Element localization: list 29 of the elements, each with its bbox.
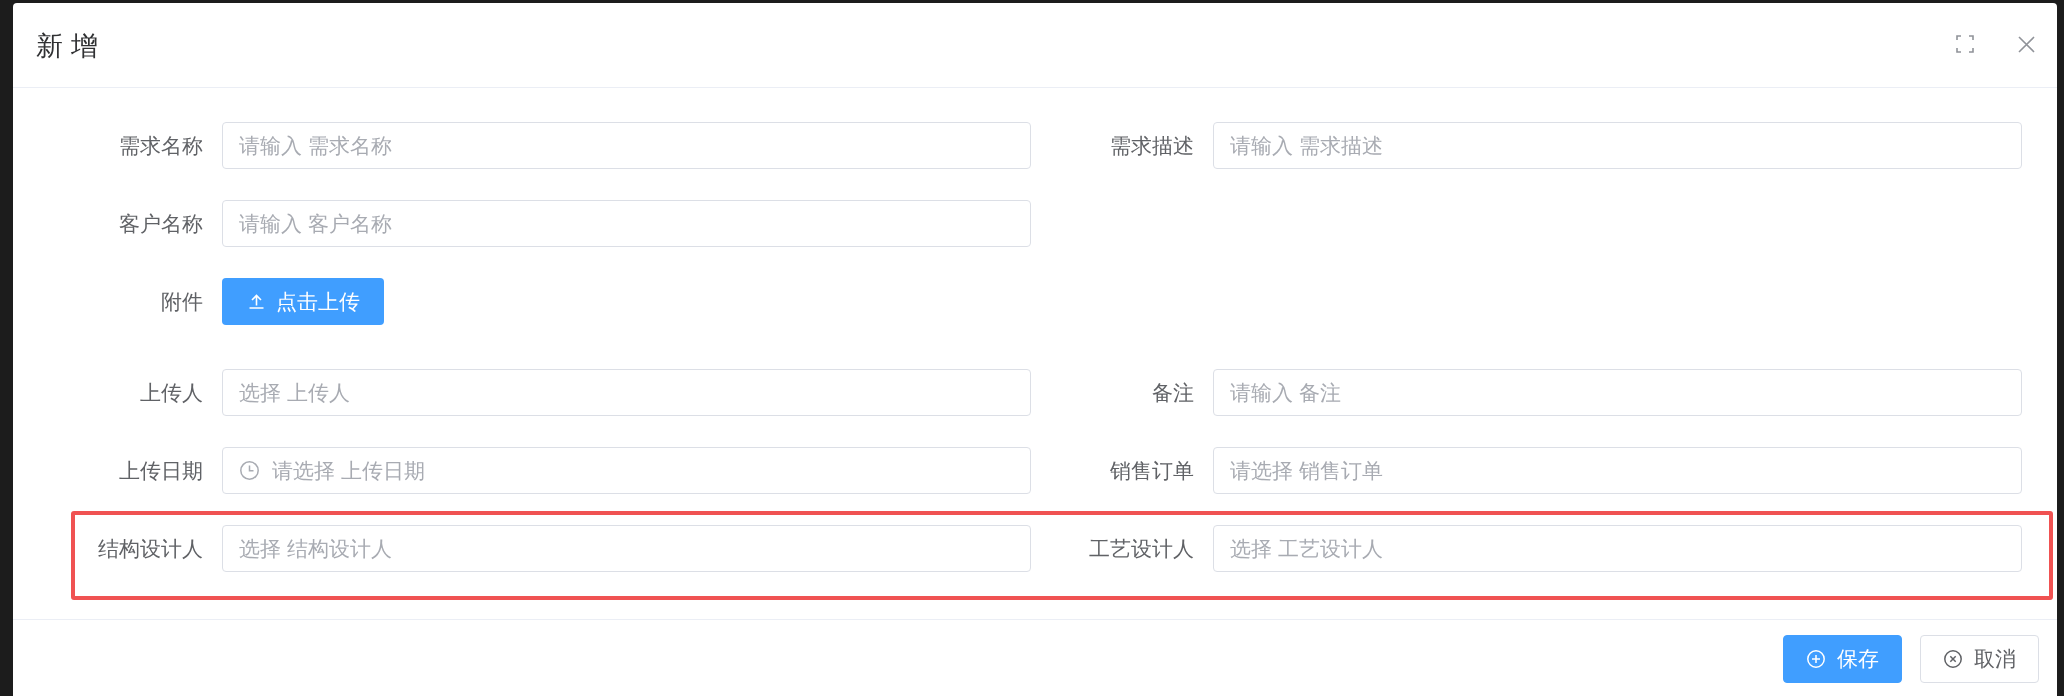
plus-circle-icon <box>1807 650 1825 668</box>
upload-icon <box>249 294 264 309</box>
save-button[interactable]: 保存 <box>1783 635 1902 683</box>
field-label: 上传人 <box>140 379 203 406</box>
field-label: 附件 <box>161 288 203 315</box>
field-label: 备注 <box>1152 379 1194 406</box>
close-icon[interactable] <box>2018 35 2035 53</box>
x-circle-icon <box>1944 650 1962 668</box>
field-label: 销售订单 <box>1110 457 1194 484</box>
input-field[interactable]: 请输入 客户名称 <box>222 200 1031 247</box>
input-field[interactable]: 请输入 备注 <box>1213 369 2022 416</box>
date-field[interactable]: 请选择 上传日期 <box>222 447 1031 494</box>
input-field[interactable]: 请输入 需求名称 <box>222 122 1031 169</box>
upload-button[interactable]: 点击上传 <box>222 278 384 325</box>
field-label: 结构设计人 <box>98 535 203 562</box>
input-field[interactable]: 选择 上传人 <box>222 369 1031 416</box>
input-field[interactable]: 选择 工艺设计人 <box>1213 525 2022 572</box>
input-field[interactable]: 请输入 需求描述 <box>1213 122 2022 169</box>
field-label: 需求描述 <box>1110 132 1194 159</box>
cancel-button[interactable]: 取消 <box>1920 635 2039 683</box>
input-field[interactable]: 请选择 销售订单 <box>1213 447 2022 494</box>
field-label: 工艺设计人 <box>1089 535 1194 562</box>
field-label: 上传日期 <box>119 457 203 484</box>
dialog-title: 新 增 <box>36 30 98 63</box>
input-field[interactable]: 选择 结构设计人 <box>222 525 1031 572</box>
fullscreen-icon[interactable] <box>1956 35 1974 53</box>
field-label: 需求名称 <box>119 132 203 159</box>
clock-icon <box>240 461 259 480</box>
field-label: 客户名称 <box>119 210 203 237</box>
